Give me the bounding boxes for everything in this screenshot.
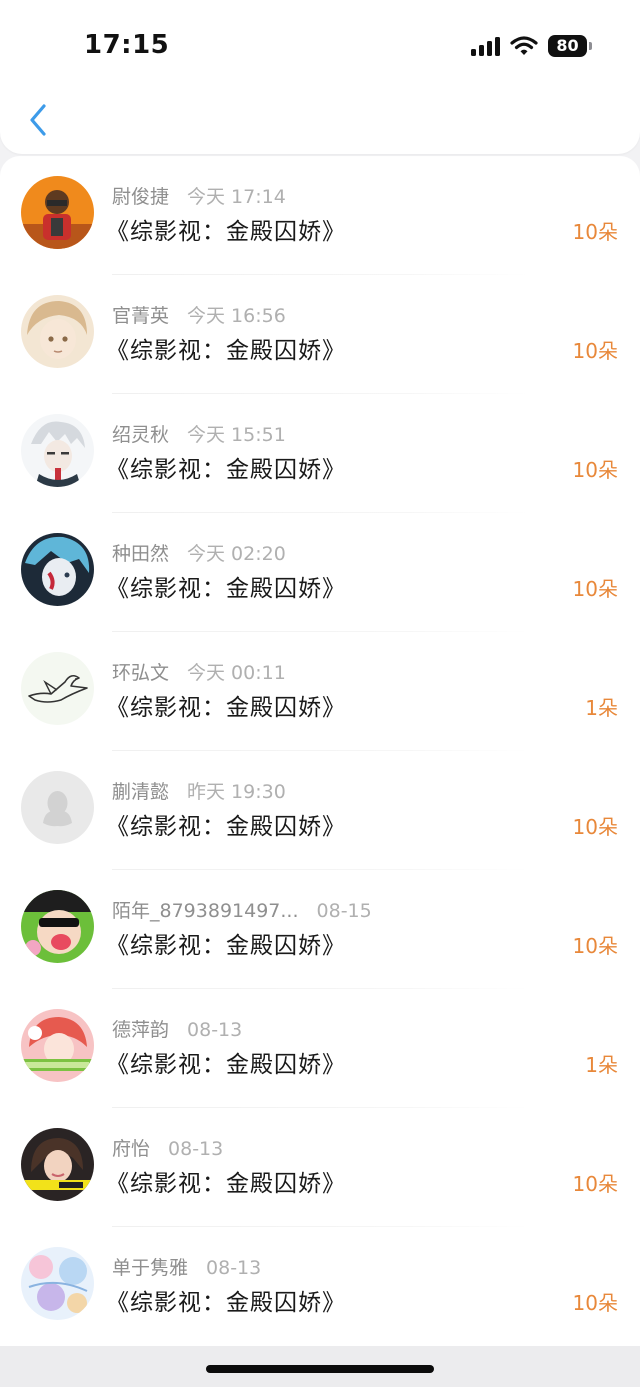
- flower-gift-list: 尉俊捷 今天 17:14 《综影视：金殿囚娇》 10朵 官菁英 今天 16:56…: [0, 156, 640, 1346]
- wifi-icon: [510, 36, 538, 55]
- gift-time: 今天 17:14: [187, 186, 286, 208]
- battery-level: 80: [548, 35, 588, 57]
- home-indicator[interactable]: [206, 1365, 434, 1373]
- list-item[interactable]: 蒯清懿 昨天 19:30 《综影视：金殿囚娇》 10朵: [0, 751, 640, 870]
- book-title: 《综影视：金殿囚娇》: [106, 1290, 346, 1316]
- user-name: 府怡: [112, 1138, 151, 1160]
- avatar[interactable]: [21, 533, 94, 606]
- book-title: 《综影视：金殿囚娇》: [106, 695, 346, 721]
- gift-time: 今天 00:11: [187, 662, 286, 684]
- flower-count: 10朵: [572, 815, 618, 839]
- book-title: 《综影视：金殿囚娇》: [106, 457, 346, 483]
- book-title: 《综影视：金殿囚娇》: [106, 814, 346, 840]
- user-name: 种田然: [112, 543, 170, 565]
- chevron-left-icon: [30, 104, 46, 136]
- book-title: 《综影视：金殿囚娇》: [106, 1052, 346, 1078]
- flower-count: 10朵: [572, 1172, 618, 1196]
- avatar[interactable]: [21, 890, 94, 963]
- list-item[interactable]: 陌年_8793891497... 08-15 《综影视：金殿囚娇》 10朵: [0, 870, 640, 989]
- top-bar: 17:15 80: [0, 0, 640, 154]
- back-button[interactable]: [18, 98, 58, 142]
- user-name: 陌年_8793891497...: [112, 900, 299, 922]
- flower-count: 10朵: [572, 220, 618, 244]
- avatar[interactable]: [21, 771, 94, 844]
- flower-count: 10朵: [572, 1291, 618, 1315]
- user-name: 尉俊捷: [112, 186, 170, 208]
- list-item[interactable]: 种田然 今天 02:20 《综影视：金殿囚娇》 10朵: [0, 513, 640, 632]
- gift-time: 今天 15:51: [187, 424, 286, 446]
- list-item[interactable]: 绍灵秋 今天 15:51 《综影视：金殿囚娇》 10朵: [0, 394, 640, 513]
- book-title: 《综影视：金殿囚娇》: [106, 576, 346, 602]
- gift-time: 08-13: [168, 1138, 224, 1160]
- user-name: 官菁英: [112, 305, 170, 327]
- user-name: 单于隽雅: [112, 1257, 189, 1279]
- cellular-signal-icon: [471, 36, 500, 56]
- flower-count: 10朵: [572, 934, 618, 958]
- avatar[interactable]: [21, 1247, 94, 1320]
- book-title: 《综影视：金殿囚娇》: [106, 933, 346, 959]
- gift-time: 昨天 19:30: [187, 781, 286, 803]
- flower-count: 1朵: [585, 1053, 618, 1077]
- list-item[interactable]: 单于隽雅 08-13 《综影视：金殿囚娇》 10朵: [0, 1227, 640, 1346]
- book-title: 《综影视：金殿囚娇》: [106, 219, 346, 245]
- avatar[interactable]: [21, 652, 94, 725]
- user-name: 绍灵秋: [112, 424, 170, 446]
- status-time: 17:15: [84, 30, 170, 60]
- avatar[interactable]: [21, 176, 94, 249]
- gift-time: 08-15: [316, 900, 372, 922]
- gift-time: 今天 02:20: [187, 543, 286, 565]
- book-title: 《综影视：金殿囚娇》: [106, 1171, 346, 1197]
- list-item[interactable]: 官菁英 今天 16:56 《综影视：金殿囚娇》 10朵: [0, 275, 640, 394]
- avatar[interactable]: [21, 295, 94, 368]
- user-name: 德萍韵: [112, 1019, 170, 1041]
- book-title: 《综影视：金殿囚娇》: [106, 338, 346, 364]
- screen: 17:15 80 尉俊捷 今天 17:14 《综影视：金殿囚娇》 10朵 官菁英…: [0, 0, 640, 1387]
- list-item[interactable]: 德萍韵 08-13 《综影视：金殿囚娇》 1朵: [0, 989, 640, 1108]
- list-item[interactable]: 尉俊捷 今天 17:14 《综影视：金殿囚娇》 10朵: [0, 156, 640, 275]
- avatar[interactable]: [21, 1009, 94, 1082]
- list-item[interactable]: 府怡 08-13 《综影视：金殿囚娇》 10朵: [0, 1108, 640, 1227]
- user-name: 环弘文: [112, 662, 170, 684]
- status-icons: 80: [471, 34, 592, 58]
- list-item[interactable]: 环弘文 今天 00:11 《综影视：金殿囚娇》 1朵: [0, 632, 640, 751]
- gift-time: 08-13: [187, 1019, 243, 1041]
- flower-count: 1朵: [585, 696, 618, 720]
- gift-time: 今天 16:56: [187, 305, 286, 327]
- flower-count: 10朵: [572, 458, 618, 482]
- avatar[interactable]: [21, 1128, 94, 1201]
- battery-icon: 80: [548, 34, 592, 58]
- gift-time: 08-13: [206, 1257, 262, 1279]
- avatar[interactable]: [21, 414, 94, 487]
- flower-count: 10朵: [572, 339, 618, 363]
- user-name: 蒯清懿: [112, 781, 170, 803]
- flower-count: 10朵: [572, 577, 618, 601]
